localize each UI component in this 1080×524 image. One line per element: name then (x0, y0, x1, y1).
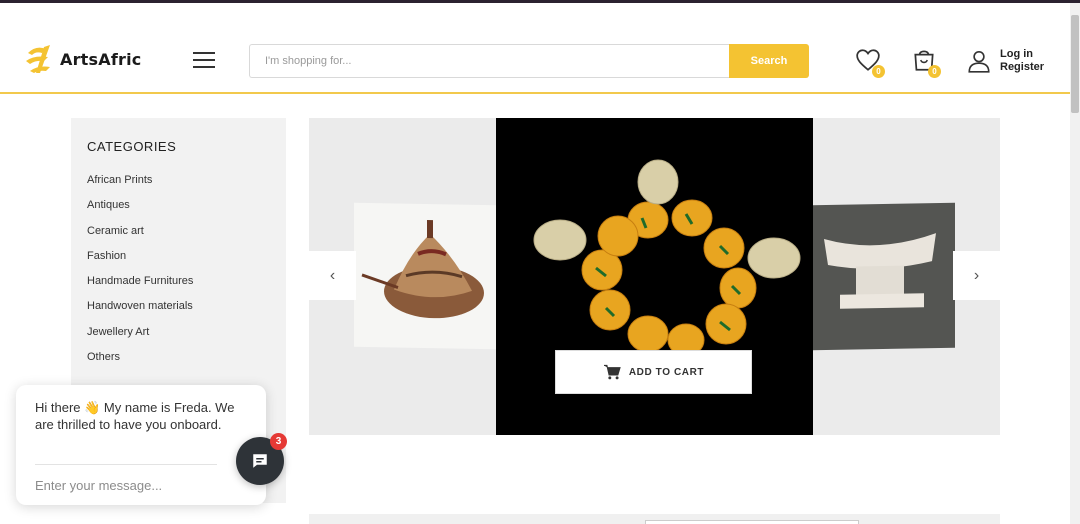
next-section-strip (309, 514, 1000, 524)
search-bar: Search (249, 44, 809, 78)
chat-popup: Hi there 👋 My name is Freda. We are thri… (16, 385, 266, 505)
carousel-next-button[interactable]: › (953, 251, 1000, 300)
add-to-cart-label: ADD TO CART (628, 366, 705, 378)
featured-product-card[interactable]: ADD TO CART (496, 118, 813, 435)
category-item[interactable]: Jewellery Art (87, 326, 270, 351)
cart-count-badge: 0 (928, 65, 941, 78)
chevron-right-icon: › (973, 266, 980, 284)
carousel-prev-button[interactable]: ‹ (309, 251, 356, 300)
account-area: Log in Register (966, 48, 1044, 74)
category-item[interactable]: Antiques (87, 199, 270, 224)
brand-logo[interactable]: ArtsAfric (24, 43, 141, 75)
category-item[interactable]: Handwoven materials (87, 300, 270, 325)
scrollbar-thumb[interactable] (1071, 15, 1079, 113)
categories-title: CATEGORIES (87, 139, 177, 154)
category-item[interactable]: Handmade Furnitures (87, 275, 270, 300)
chevron-left-icon: ‹ (329, 266, 336, 284)
cart-icon (603, 364, 621, 380)
logo-mark-icon (26, 45, 50, 73)
chat-unread-badge: 3 (270, 433, 287, 450)
page-scrollbar[interactable] (1070, 3, 1080, 524)
wishlist-button[interactable]: 0 (855, 47, 885, 78)
hamburger-icon[interactable] (193, 52, 215, 70)
user-icon[interactable] (966, 48, 992, 74)
add-to-cart-button[interactable]: ADD TO CART (555, 350, 752, 394)
site-header: ArtsAfric Search 0 0 Log in Register (0, 3, 1080, 94)
cart-button[interactable]: 0 (911, 47, 941, 78)
chat-bubble-icon (253, 454, 267, 468)
chat-input-wrap (35, 464, 217, 495)
category-item[interactable]: Fashion (87, 250, 270, 275)
chat-greeting: Hi there 👋 My name is Freda. We are thri… (35, 400, 235, 432)
product-image-stool[interactable] (812, 202, 955, 351)
search-button[interactable]: Search (729, 44, 809, 78)
woven-hat-image (361, 220, 484, 319)
chat-message-input[interactable] (35, 478, 217, 493)
login-link[interactable]: Log in (1000, 48, 1044, 61)
product-carousel: ADD TO CART ‹ › (309, 118, 1000, 435)
carved-stool-image (824, 233, 936, 309)
category-item[interactable]: Ceramic art (87, 225, 270, 250)
product-image-hat[interactable] (354, 202, 496, 350)
register-link[interactable]: Register (1000, 61, 1044, 74)
category-item[interactable]: African Prints (87, 174, 270, 199)
brand-name: ArtsAfric (60, 49, 142, 69)
search-input[interactable] (249, 44, 729, 78)
wishlist-count-badge: 0 (872, 65, 885, 78)
next-section-tab (645, 520, 859, 524)
category-item[interactable]: Others (87, 351, 270, 376)
